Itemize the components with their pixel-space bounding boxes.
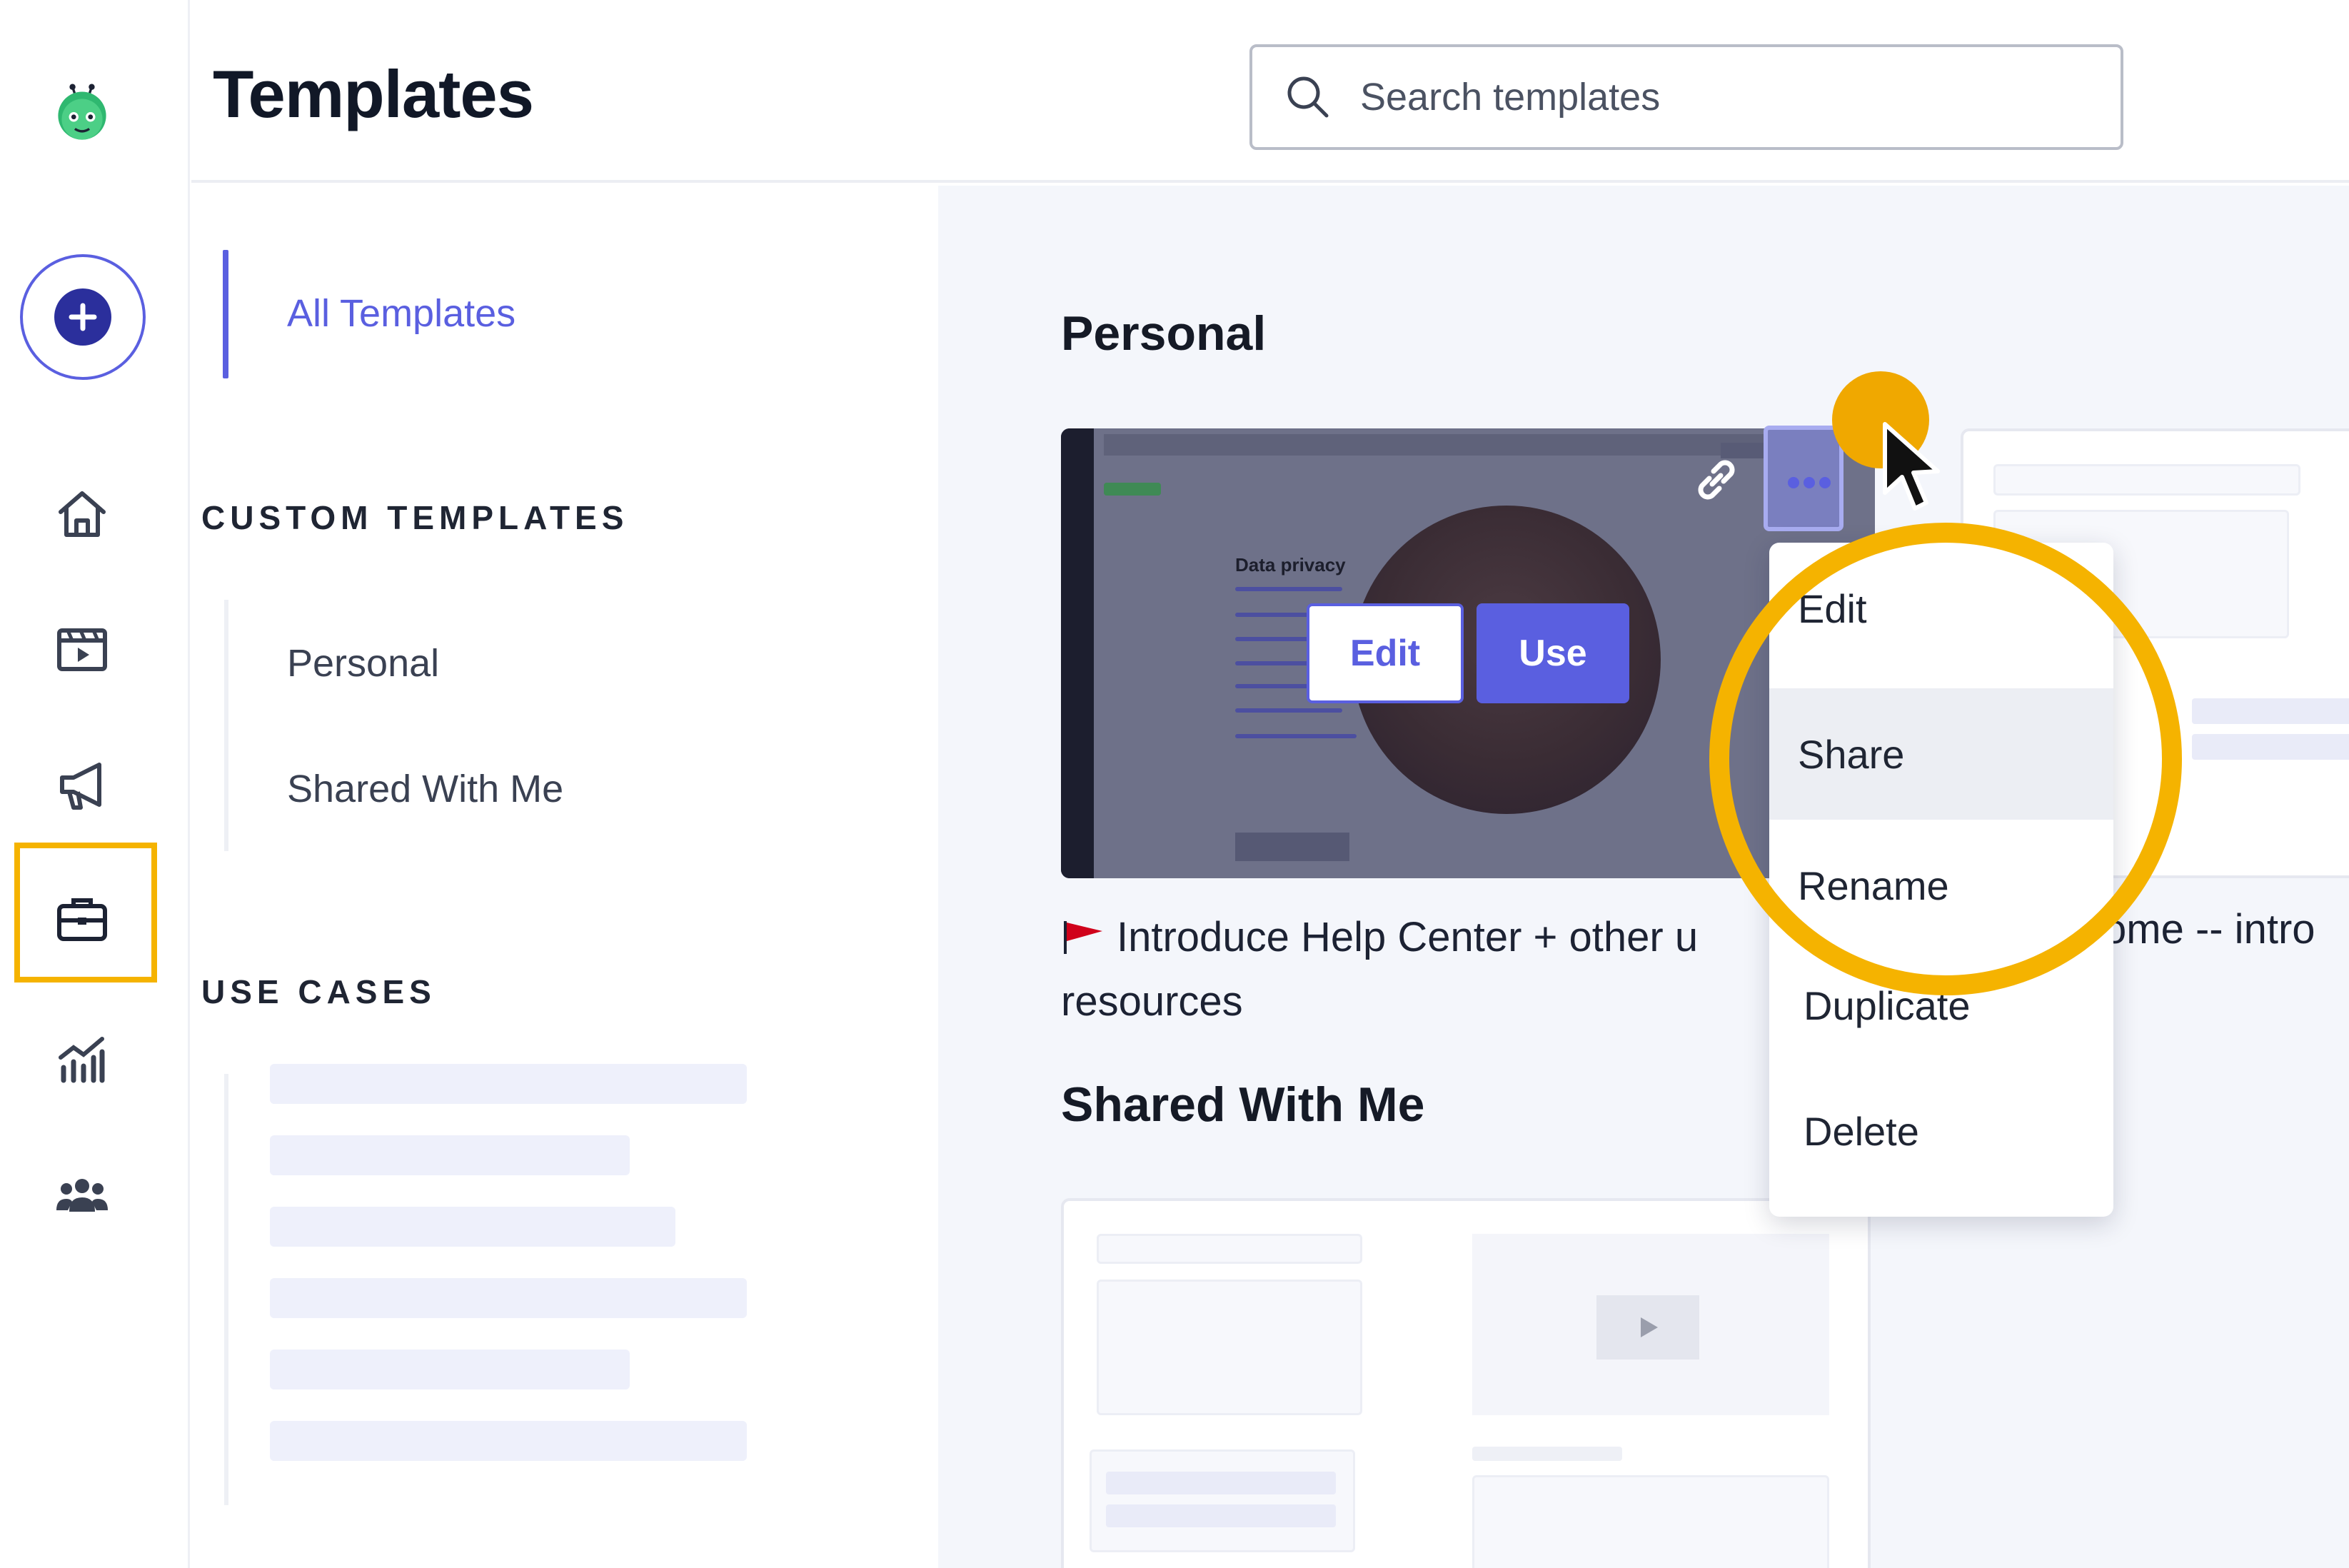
- use-button[interactable]: Use: [1477, 603, 1629, 703]
- link-icon[interactable]: [1688, 451, 1745, 508]
- thumbnail-link: [1235, 708, 1342, 713]
- create-button[interactable]: [20, 254, 146, 380]
- dot: [1819, 477, 1831, 488]
- team-icon[interactable]: [43, 1155, 121, 1234]
- placeholder-video: [1472, 1234, 1829, 1415]
- thumbnail-link: [1235, 587, 1342, 591]
- page-title: Templates: [213, 56, 534, 131]
- edit-button[interactable]: Edit: [1307, 603, 1464, 703]
- plus-icon: [54, 288, 111, 346]
- personal-heading: Personal: [1061, 306, 1267, 361]
- search-input[interactable]: [1360, 63, 2074, 131]
- placeholder-block: [1106, 1504, 1336, 1527]
- share-highlight-circle: [1709, 523, 2182, 995]
- template-card-title-line2: resources: [1061, 978, 1243, 1025]
- custom-templates-heading: CUSTOM TEMPLATES: [201, 499, 629, 536]
- card-menu-button[interactable]: [1764, 426, 1844, 531]
- red-flag-icon: [1064, 921, 1102, 954]
- use-cases-divider: [224, 1074, 228, 1505]
- thumbnail-link: [1235, 734, 1357, 738]
- placeholder-block: [1090, 1449, 1355, 1552]
- skeleton-row: [270, 1350, 630, 1389]
- skeleton-row: [270, 1135, 630, 1175]
- template-card-title-line1: Introduce Help Center + other u: [1117, 914, 1699, 960]
- placeholder-block: [1472, 1447, 1622, 1461]
- skeleton-row: [270, 1278, 747, 1318]
- use-cases-heading: USE CASES: [201, 973, 436, 1010]
- shared-template-card[interactable]: [1061, 1198, 1871, 1568]
- robot-logo-icon[interactable]: [43, 73, 121, 151]
- placeholder-block: [2192, 734, 2349, 760]
- skeleton-row: [270, 1421, 747, 1461]
- placeholder-block: [2192, 698, 2349, 724]
- nav-all-templates[interactable]: All Templates: [287, 291, 515, 336]
- skeleton-row: [270, 1207, 675, 1247]
- dot: [1788, 477, 1799, 488]
- thumbnail-footer-text: [1235, 833, 1349, 861]
- home-icon[interactable]: [43, 474, 121, 553]
- nav-personal[interactable]: Personal: [287, 641, 439, 685]
- templates-highlight-box: [14, 843, 157, 982]
- shared-with-me-heading: Shared With Me: [1061, 1077, 1425, 1132]
- video-library-icon[interactable]: [43, 610, 121, 688]
- thumbnail-doc-title: Data privacy: [1235, 554, 1346, 576]
- placeholder-block: [1097, 1234, 1362, 1264]
- placeholder-block: [1993, 464, 2300, 496]
- megaphone-icon[interactable]: [43, 745, 121, 824]
- mouse-cursor-icon: [1883, 422, 1940, 511]
- nav-divider: [224, 600, 228, 851]
- nav-active-indicator: [223, 250, 228, 378]
- skeleton-row: [270, 1064, 747, 1104]
- play-icon: [1596, 1295, 1699, 1360]
- menu-item-delete[interactable]: Delete: [1769, 1065, 2113, 1197]
- nav-shared-with-me[interactable]: Shared With Me: [287, 767, 563, 811]
- placeholder-block: [1106, 1472, 1336, 1494]
- thumbnail-logo: [1104, 483, 1161, 496]
- template-card-title[interactable]: Introduce Help Center + other u resources: [1061, 905, 1775, 1034]
- thumbnail-link: [1235, 637, 1314, 641]
- thumbnail-sidebar: [1061, 428, 1094, 878]
- search-icon: [1287, 76, 1329, 118]
- placeholder-block: [1097, 1280, 1362, 1415]
- placeholder-block: [1472, 1475, 1829, 1568]
- analytics-icon[interactable]: [43, 1020, 121, 1098]
- template-card-2-title[interactable]: ome -- intro: [2103, 905, 2315, 953]
- dot: [1804, 477, 1815, 488]
